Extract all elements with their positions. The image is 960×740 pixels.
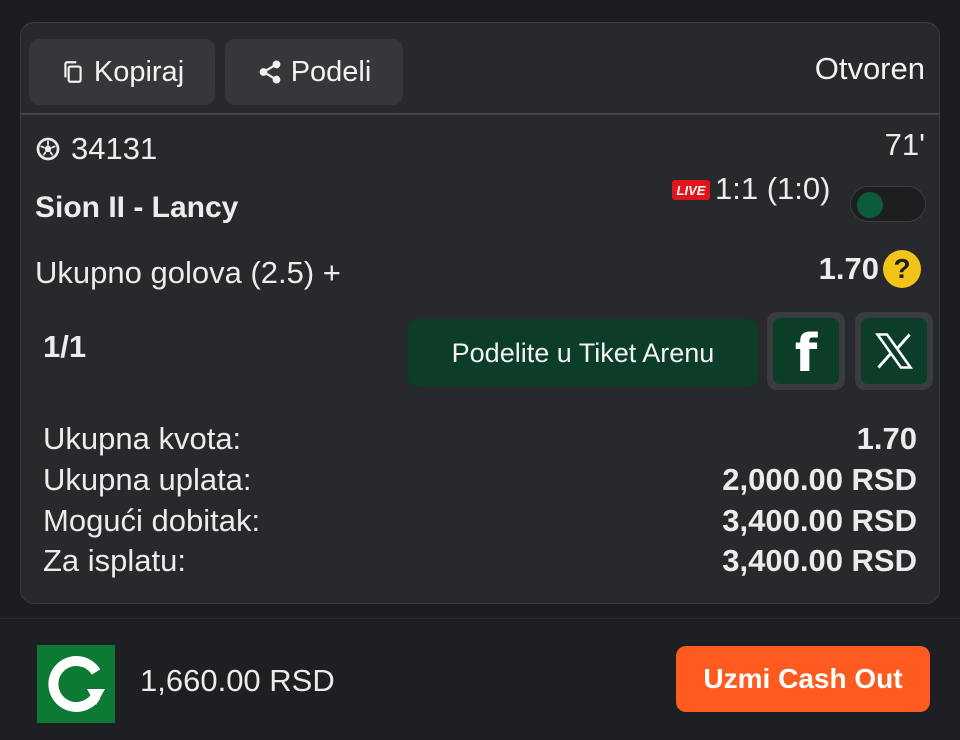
copy-button[interactable]: Kopiraj <box>29 39 215 105</box>
cashout-logo-icon <box>37 645 115 723</box>
live-badge: LIVE <box>672 180 710 200</box>
share-to-arena-button[interactable]: Podelite u Tiket Arenu <box>408 319 758 387</box>
stake-label: Ukupna uplata: <box>43 462 252 497</box>
match-minute: 71' <box>884 127 925 162</box>
share-icon <box>259 60 281 84</box>
facebook-share-button[interactable]: f <box>767 312 845 390</box>
bet-market: Ukupno golova (2.5) + <box>35 255 341 290</box>
match-id-text: 34131 <box>71 131 158 166</box>
total-odd-value: 1.70 <box>856 421 917 456</box>
x-icon <box>875 333 913 369</box>
match-id: 34131 <box>35 131 157 167</box>
total-odd-label: Ukupna kvota: <box>43 421 242 456</box>
match-teams: Sion II - Lancy <box>35 191 239 224</box>
ticket-card: Kopiraj Podeli Otvoren 34131 71' Sion II… <box>20 22 940 604</box>
toggle-knob <box>857 192 883 218</box>
possible-win-value: 3,400.00 RSD <box>722 503 917 538</box>
possible-win-label: Mogući dobitak: <box>43 503 261 538</box>
cashout-amount: 1,660.00 RSD <box>140 663 335 698</box>
share-button[interactable]: Podeli <box>225 39 403 105</box>
payout-label: Za isplatu: <box>43 543 187 578</box>
cashout-button[interactable]: Uzmi Cash Out <box>676 646 930 712</box>
help-icon[interactable]: ? <box>883 250 921 288</box>
share-button-label: Podeli <box>290 55 372 88</box>
bet-odd: 1.70 <box>818 251 879 286</box>
ticket-status: Otvoren <box>814 51 925 86</box>
stake-value: 2,000.00 RSD <box>722 462 917 497</box>
x-share-button[interactable] <box>855 312 933 390</box>
payout-value: 3,400.00 RSD <box>722 543 917 578</box>
header-divider <box>21 113 939 115</box>
match-score: 1:1 (1:0) <box>715 171 831 206</box>
copy-button-label: Kopiraj <box>93 55 185 88</box>
facebook-icon: f <box>794 324 818 384</box>
copy-icon <box>64 61 82 83</box>
live-toggle[interactable] <box>850 186 926 222</box>
soccer-ball-icon <box>36 137 60 161</box>
selection-count: 1/1 <box>43 329 87 364</box>
cashout-bar: 1,660.00 RSD Uzmi Cash Out <box>0 618 960 740</box>
